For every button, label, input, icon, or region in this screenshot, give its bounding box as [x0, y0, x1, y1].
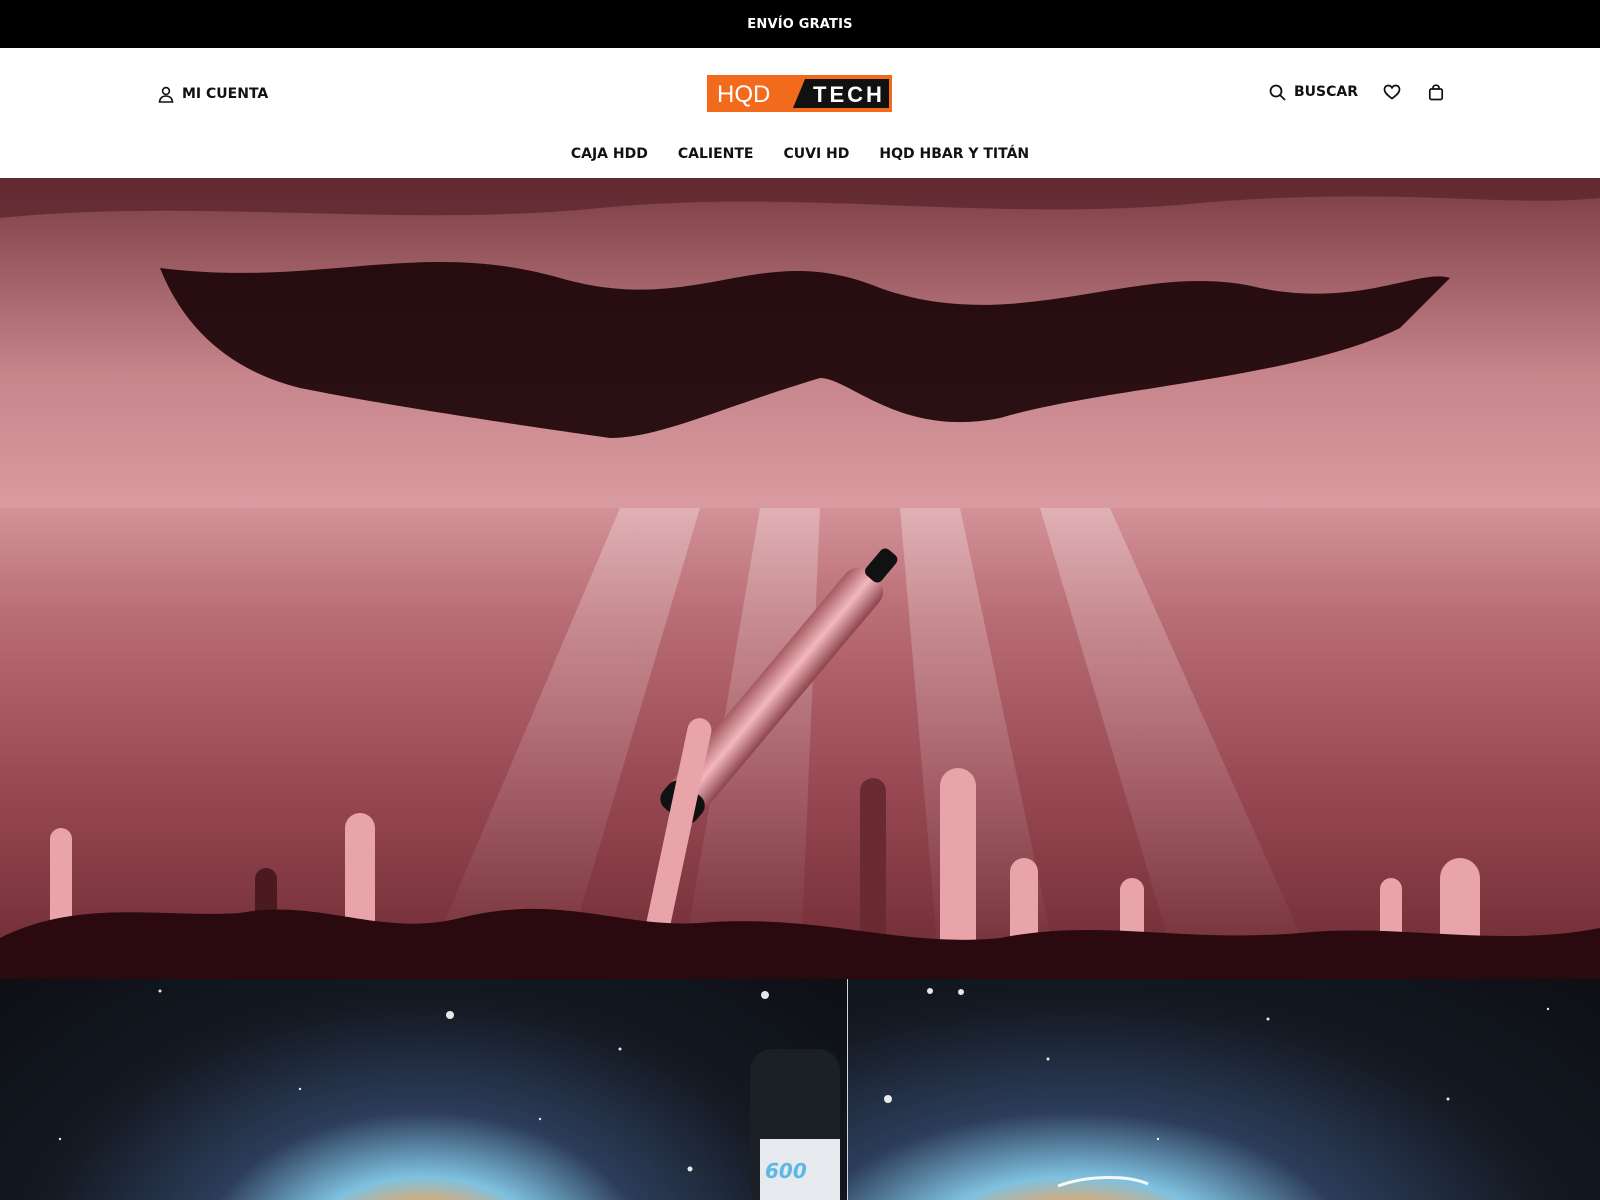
device-image: 600	[750, 1049, 840, 1200]
logo[interactable]: HQD TECH	[707, 75, 892, 112]
promo-panel-right[interactable]	[847, 979, 1600, 1200]
announcement-text: ENVÍO GRATIS	[747, 16, 853, 32]
nav-item-caja-hdd[interactable]: CAJA HDD	[571, 146, 648, 162]
nav-item-caliente[interactable]: CALIENTE	[678, 146, 754, 162]
bag-icon[interactable]	[1426, 82, 1446, 102]
device-label: 600	[765, 1159, 807, 1183]
stars	[58, 989, 769, 1172]
header-actions: BUSCAR	[1268, 82, 1446, 102]
stars	[884, 988, 1550, 1141]
user-icon	[156, 84, 176, 104]
heart-icon[interactable]	[1382, 82, 1402, 102]
planet-arc	[1057, 1176, 1149, 1188]
nav-item-cuvi-hd[interactable]: CUVI HD	[783, 146, 849, 162]
product-section: 600	[0, 979, 1600, 1200]
account-label: MI CUENTA	[182, 86, 269, 102]
promo-panel-left[interactable]: 600	[0, 979, 847, 1200]
site-header: MI CUENTA HQD TECH BUSCAR CAJA HDD CALIE…	[0, 48, 1600, 178]
logo-right-text: TECH	[813, 82, 885, 107]
search-label: BUSCAR	[1293, 84, 1358, 100]
light-ray	[1040, 508, 1320, 979]
search-icon	[1268, 82, 1288, 102]
logo-left-text: HQD	[717, 81, 770, 108]
main-nav: CAJA HDD CALIENTE CUVI HD HQD HBAR Y TIT…	[0, 146, 1600, 162]
announcement-bar: ENVÍO GRATIS	[0, 0, 1600, 48]
account-link[interactable]: MI CUENTA	[156, 84, 268, 104]
search-button[interactable]: BUSCAR	[1268, 82, 1358, 102]
nav-item-hqd-hbar-titan[interactable]: HQD HBAR Y TITÁN	[879, 146, 1029, 162]
hero-banner[interactable]	[0, 178, 1600, 979]
